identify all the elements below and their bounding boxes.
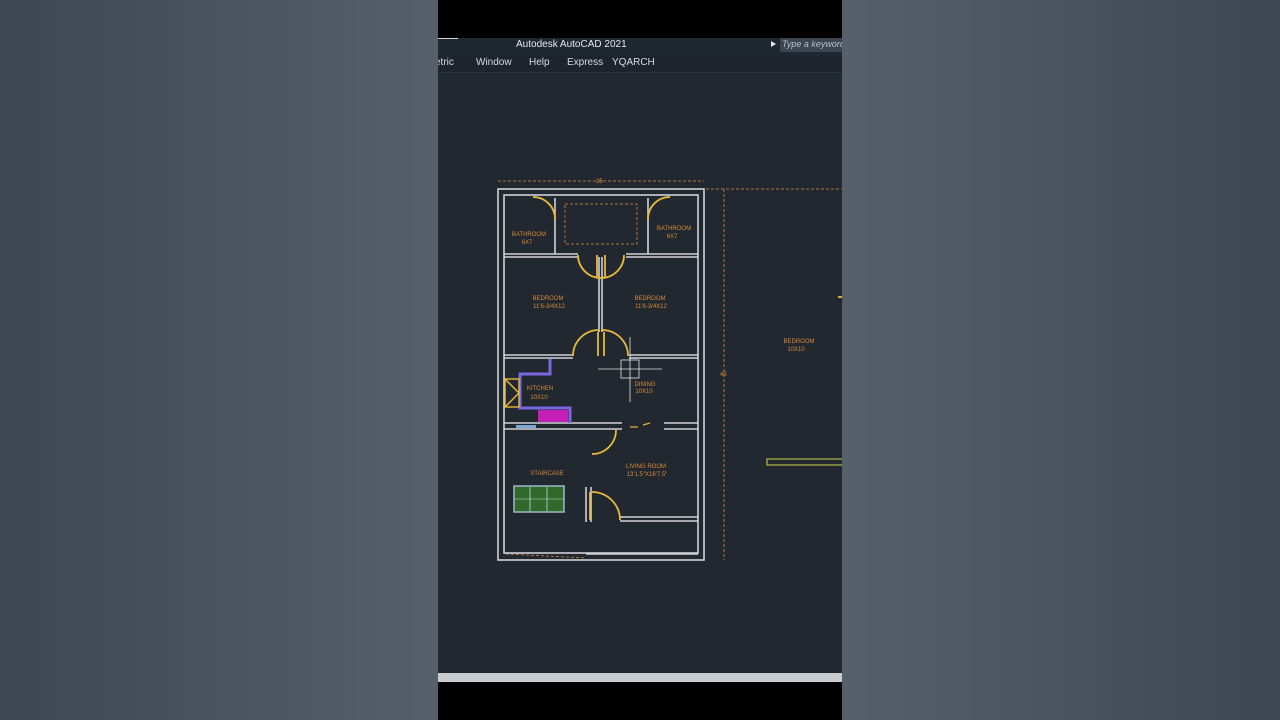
room-name: STAIRCASE	[530, 471, 564, 477]
menu-item-window[interactable]: Window	[476, 57, 512, 68]
title-bar: Autodesk AutoCAD 2021 Type a keyword	[438, 38, 842, 55]
external-element	[766, 458, 842, 466]
room-size: 6X7	[522, 240, 533, 246]
drawing-area[interactable]: 25 45 BATHROOM 6X7 BATHROOM 6X7 BEDROOM …	[438, 72, 842, 672]
room-size: 10X10	[635, 389, 653, 395]
room-name: BEDROOM	[634, 296, 665, 302]
floor-plan: 25 45 BATHROOM 6X7 BATHROOM 6X7 BEDROOM …	[497, 179, 842, 561]
room-name: DINING	[635, 382, 656, 388]
staircase-icon	[513, 485, 565, 513]
dimension-width: 25	[596, 179, 603, 185]
room-name: BEDROOM	[783, 339, 814, 345]
app-title: Autodesk AutoCAD 2021	[516, 39, 627, 50]
menu-item-help[interactable]: Help	[529, 57, 550, 68]
horizontal-scrollbar[interactable]	[438, 673, 842, 682]
room-name: BATHROOM	[657, 226, 691, 232]
menu-item-express[interactable]: Express	[567, 57, 603, 68]
room-size: 6X7	[667, 234, 678, 240]
caret-right-icon[interactable]	[771, 41, 776, 47]
menu-bar: etric Window Help Express YQARCH	[438, 55, 842, 73]
room-size: 11'6-3/4X12	[533, 304, 565, 310]
dimension-depth: 45	[720, 372, 727, 378]
autocad-window: Autodesk AutoCAD 2021 Type a keyword etr…	[438, 38, 842, 682]
menu-item-parametric[interactable]: etric	[438, 57, 454, 68]
stove-icon	[504, 378, 520, 408]
title-bar-accent	[438, 38, 458, 39]
menu-item-yqarch[interactable]: YQARCH	[612, 57, 655, 68]
room-name: LIVING ROOM	[626, 464, 666, 470]
room-labels: BATHROOM 6X7 BATHROOM 6X7 BEDROOM 11'6-3…	[512, 226, 815, 478]
room-size: 11'6-3/4X12	[635, 304, 667, 310]
window-icon	[516, 425, 536, 428]
background-right	[842, 0, 1280, 720]
background-left	[0, 0, 438, 720]
room-name: BATHROOM	[512, 232, 546, 238]
door-dashes	[630, 422, 651, 428]
room-name: BEDROOM	[532, 296, 563, 302]
sink-icon	[538, 410, 568, 422]
search-input[interactable]: Type a keyword	[780, 38, 842, 52]
room-size: 10X10	[787, 347, 805, 353]
room-name: KITCHEN	[527, 386, 553, 392]
room-size: 13'1.5"X16'7.5"	[627, 472, 668, 478]
video-frame: Autodesk AutoCAD 2021 Type a keyword etr…	[438, 0, 842, 720]
room-size: 10X10	[530, 395, 548, 401]
